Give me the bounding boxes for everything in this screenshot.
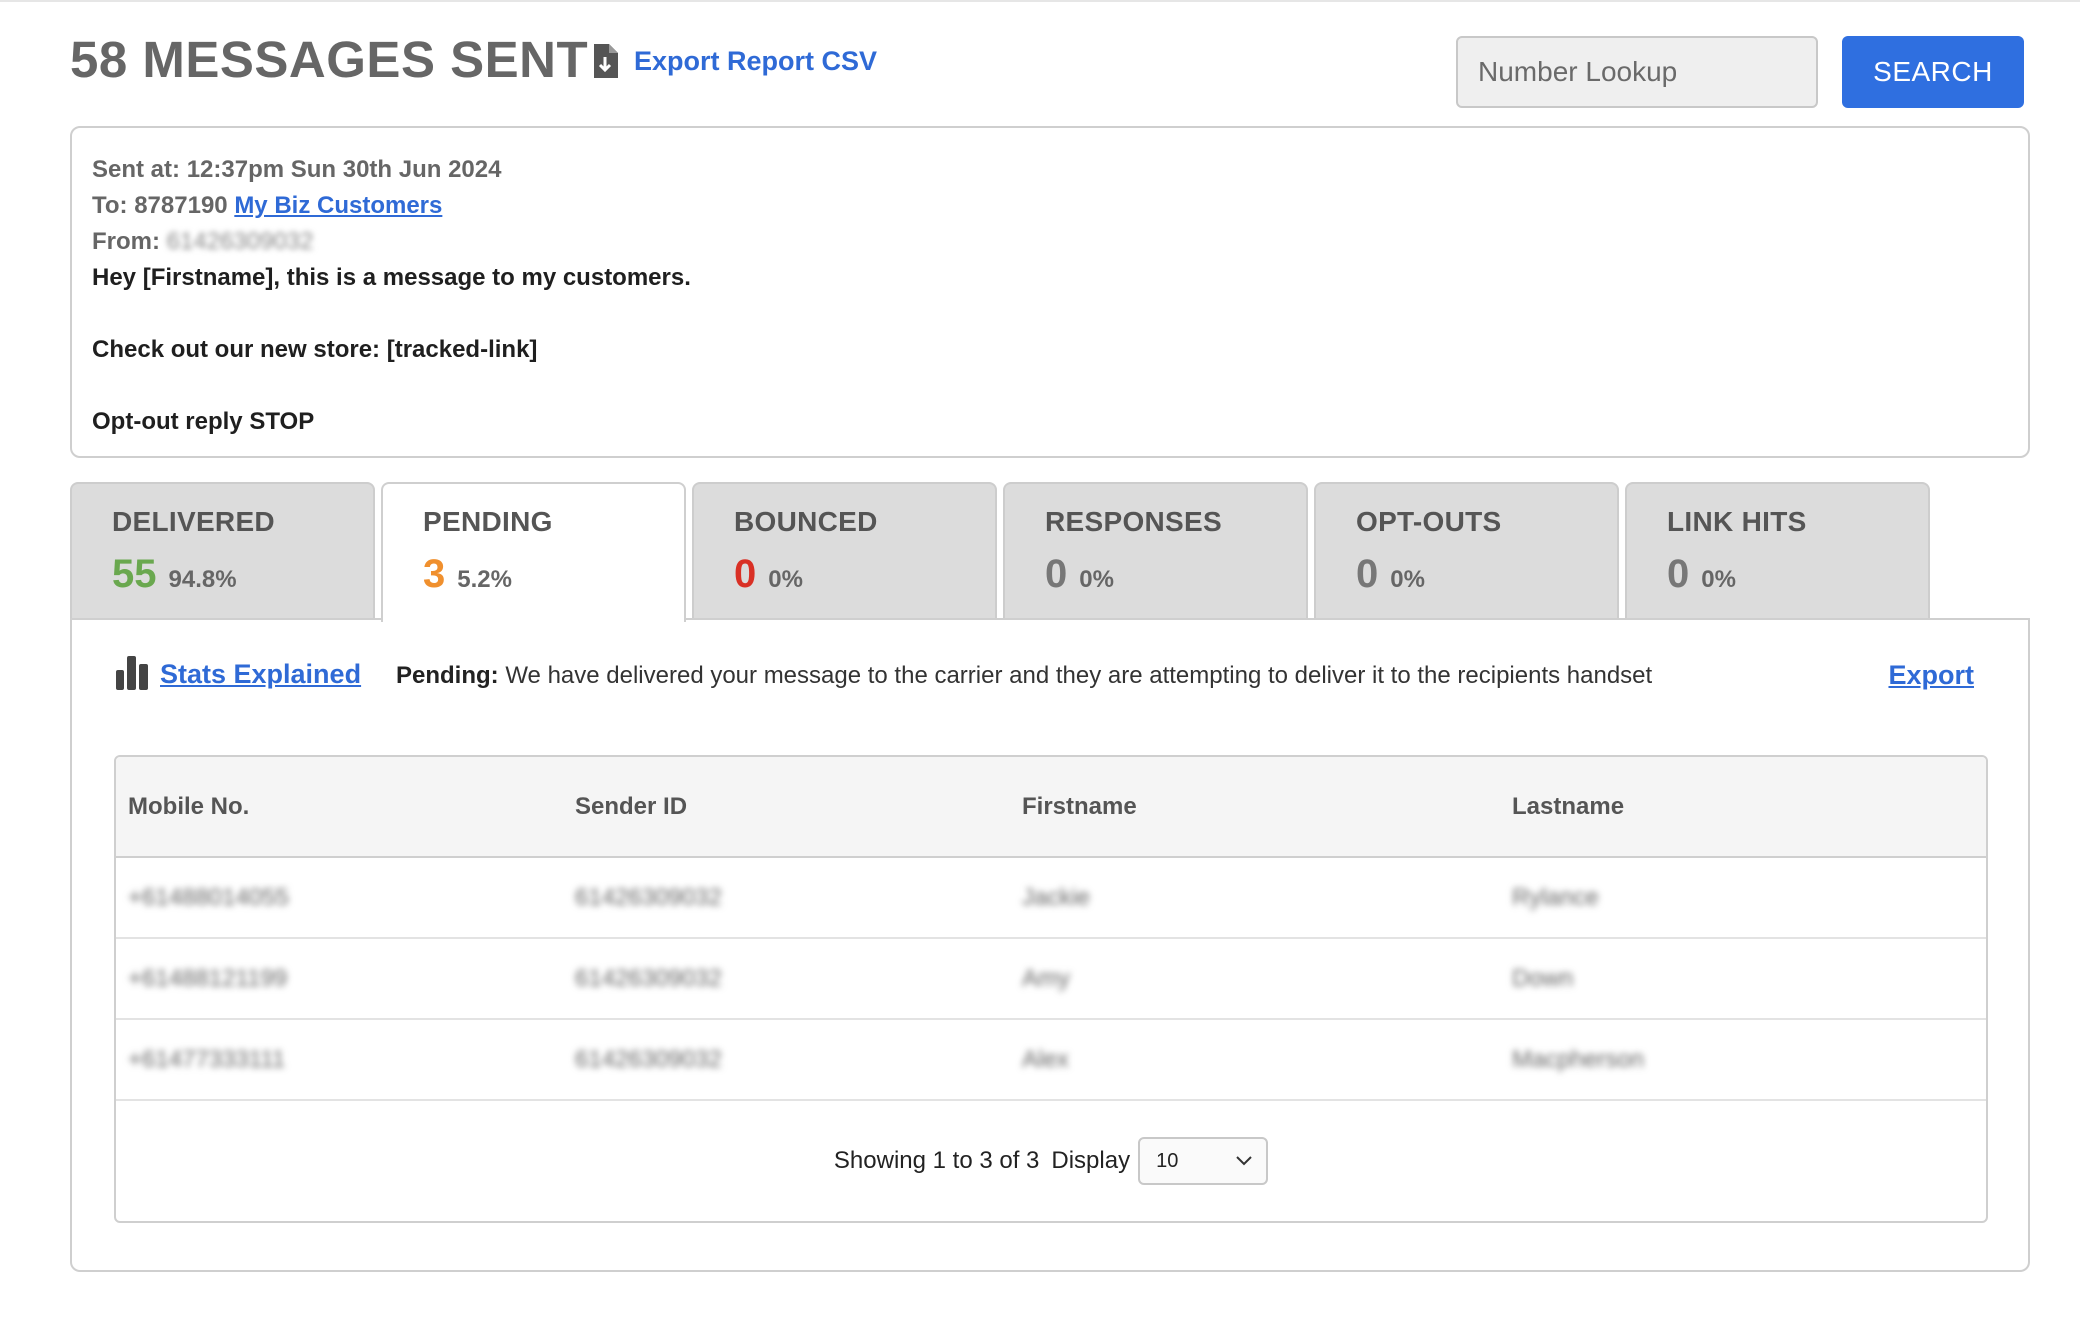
tab-count: 0	[1356, 552, 1379, 596]
tab-stats: 55 94.8%	[112, 552, 333, 597]
sent-at-label: Sent at:	[92, 156, 181, 183]
status-description-text: We have delivered your message to the ca…	[505, 662, 1653, 689]
page-size-value: 10	[1156, 1149, 1179, 1172]
column-header-firstname[interactable]: Firstname	[1010, 757, 1500, 857]
from-line: From: 61426309032	[92, 224, 2008, 260]
page-size-select[interactable]: 10	[1138, 1137, 1269, 1185]
table-row: +61488014055 61426309032 Jackie Rylance	[116, 857, 1986, 938]
export-report-csv-link[interactable]: Export Report CSV	[592, 44, 877, 78]
to-label: To:	[92, 192, 128, 219]
export-link[interactable]: Export	[1888, 660, 1974, 691]
export-report-csv-label: Export Report CSV	[634, 45, 878, 76]
tab-title: DELIVERED	[112, 506, 275, 537]
recipient-list-link[interactable]: My Biz Customers	[234, 192, 442, 219]
tab-delivered[interactable]: DELIVERED 55 94.8%	[70, 482, 375, 619]
table-row: +61477333111 61426309032 Alex Macpherson	[116, 1019, 1986, 1100]
tab-percent: 0%	[1079, 566, 1114, 593]
column-header-lastname[interactable]: Lastname	[1500, 757, 1986, 857]
tab-percent: 94.8%	[168, 566, 237, 593]
tab-percent: 0%	[1390, 566, 1425, 593]
recipients-table-container: Mobile No. Sender ID Firstname Lastname …	[114, 755, 1988, 1223]
cell-lastname: Rylance	[1512, 883, 1599, 911]
tab-title: LINK HITS	[1667, 506, 1807, 537]
tab-stats: 0 0%	[1356, 552, 1577, 597]
sent-at-line: Sent at: 12:37pm Sun 30th Jun 2024	[92, 152, 2008, 188]
cell-sender-id: 61426309032	[575, 964, 722, 992]
table-row: +61488121199 61426309032 Amy Down	[116, 938, 1986, 1019]
tab-stats: 0 0%	[734, 552, 955, 597]
to-line: To: 8787190 My Biz Customers	[92, 188, 2008, 224]
cell-lastname: Macpherson	[1512, 1045, 1645, 1073]
status-description: Pending: We have delivered your message …	[396, 662, 1652, 690]
tab-panel: Stats Explained Pending: We have deliver…	[70, 618, 2030, 1272]
message-details: Sent at: 12:37pm Sun 30th Jun 2024 To: 8…	[70, 126, 2030, 458]
tab-title: OPT-OUTS	[1356, 506, 1502, 537]
tab-stats: 0 0%	[1667, 552, 1888, 597]
pagination: Showing 1 to 3 of 3 Display 10	[116, 1137, 1986, 1185]
tab-count: 3	[423, 552, 446, 596]
column-header-mobile[interactable]: Mobile No.	[116, 757, 563, 857]
stats-explained-link[interactable]: Stats Explained	[116, 656, 361, 690]
stats-tabs: DELIVERED 55 94.8% PENDING 3 5.2% BOUNCED 0 0% RE…	[70, 482, 1936, 622]
cell-lastname: Down	[1512, 964, 1574, 992]
cell-mobile: +61477333111	[128, 1045, 286, 1073]
file-download-icon	[594, 44, 618, 78]
tab-bounced[interactable]: BOUNCED 0 0%	[692, 482, 997, 619]
tab-pending[interactable]: PENDING 3 5.2%	[381, 482, 686, 622]
tab-title: RESPONSES	[1045, 506, 1222, 537]
tab-link-hits[interactable]: LINK HITS 0 0%	[1625, 482, 1930, 619]
status-description-label: Pending:	[396, 662, 499, 689]
pagination-info: Showing 1 to 3 of 3	[833, 1147, 1040, 1174]
cell-sender-id: 61426309032	[575, 883, 722, 911]
cell-firstname: Alex	[1022, 1045, 1069, 1073]
tab-stats: 0 0%	[1045, 552, 1266, 597]
cell-firstname: Amy	[1022, 964, 1070, 992]
cell-mobile: +61488014055	[128, 883, 289, 911]
bar-chart-icon	[116, 656, 148, 690]
tab-percent: 0%	[768, 566, 803, 593]
display-label: Display	[1051, 1147, 1131, 1174]
tab-title: BOUNCED	[734, 506, 878, 537]
message-body: Hey [Firstname], this is a message to my…	[92, 264, 691, 435]
table-header-row: Mobile No. Sender ID Firstname Lastname	[116, 757, 1986, 857]
tab-stats: 3 5.2%	[423, 552, 644, 597]
tab-count: 55	[112, 552, 157, 596]
sent-at-value: 12:37pm Sun 30th Jun 2024	[186, 156, 502, 183]
tab-count: 0	[734, 552, 757, 596]
search-button[interactable]: SEARCH	[1842, 36, 2024, 108]
cell-mobile: +61488121199	[128, 964, 288, 992]
cell-sender-id: 61426309032	[575, 1045, 722, 1073]
tab-opt-outs[interactable]: OPT-OUTS 0 0%	[1314, 482, 1619, 619]
cell-firstname: Jackie	[1022, 883, 1091, 911]
tab-title: PENDING	[423, 506, 553, 537]
recipients-table: Mobile No. Sender ID Firstname Lastname …	[116, 757, 1986, 1101]
to-number: 8787190	[134, 192, 228, 219]
from-value: 61426309032	[166, 228, 314, 255]
tab-count: 0	[1667, 552, 1690, 596]
tab-percent: 5.2%	[457, 566, 512, 593]
tab-percent: 0%	[1701, 566, 1736, 593]
tab-count: 0	[1045, 552, 1068, 596]
tab-responses[interactable]: RESPONSES 0 0%	[1003, 482, 1308, 619]
page-title: 58 MESSAGES SENT	[70, 31, 589, 88]
from-label: From:	[92, 228, 160, 255]
stats-explained-label: Stats Explained	[160, 659, 362, 689]
column-header-sender-id[interactable]: Sender ID	[563, 757, 1010, 857]
number-lookup-input[interactable]	[1456, 36, 1818, 108]
chevron-down-icon	[1236, 1156, 1252, 1166]
